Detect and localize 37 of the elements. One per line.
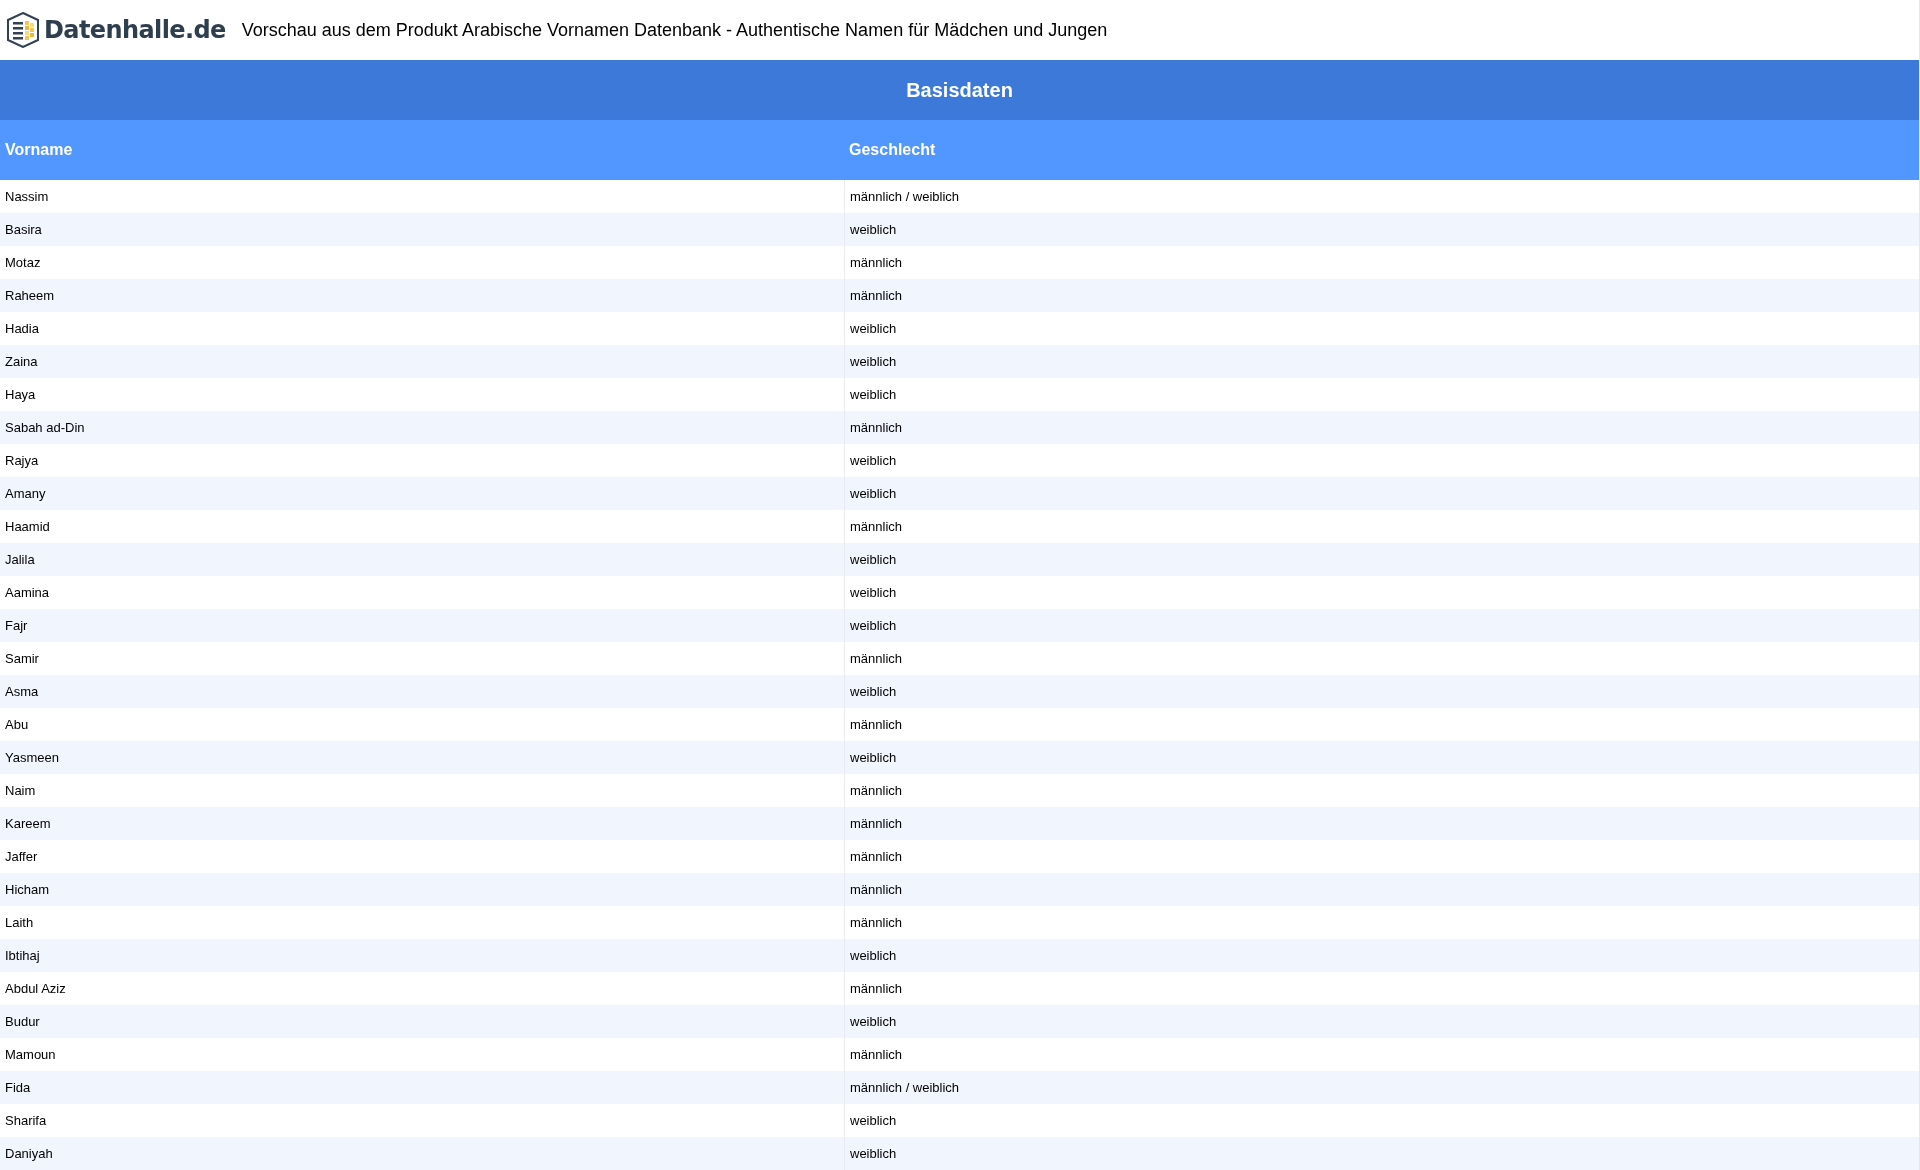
table-cell-text: Rajya xyxy=(4,451,40,470)
logo-icon xyxy=(6,12,40,48)
table-cell-text: Budur xyxy=(4,1012,41,1031)
table-cell-text: Fajr xyxy=(4,616,29,635)
table-cell-text: Fida xyxy=(4,1078,32,1097)
table-cell-text: Abdul Aziz xyxy=(4,979,67,998)
table-cell-text: Mamoun xyxy=(4,1045,57,1064)
table-cell-text: Hicham xyxy=(4,880,51,899)
table-cell-text: Zaina xyxy=(4,352,39,371)
table-cell-text: Raheem xyxy=(4,286,56,305)
table-cell-text: Nassim xyxy=(4,187,50,206)
table-cell-text: Naim xyxy=(4,781,37,800)
table-cell-text: Ibtihaj xyxy=(4,946,41,965)
table-cell-text: Asma xyxy=(4,682,40,701)
table-cell-text: Jaffer xyxy=(4,847,39,866)
table-cell-text: Basira xyxy=(4,220,43,239)
table-cell-text: Sharifa xyxy=(4,1111,48,1130)
table-cell-text: Motaz xyxy=(4,253,42,272)
table-cell-text: Haamid xyxy=(4,517,51,536)
logo-text: Datenhalle.de xyxy=(44,15,226,46)
table-cell-text: Amany xyxy=(4,484,47,503)
table-cell-text: Yasmeen xyxy=(4,748,60,767)
column-header: Vorname xyxy=(4,140,74,160)
table-cell-text: Kareem xyxy=(4,814,52,833)
table-cell-text: Hadia xyxy=(4,319,40,338)
table-cell-text: Samir xyxy=(4,649,40,668)
table-cell-text: Haya xyxy=(4,385,37,404)
column-header: Geschlecht xyxy=(848,140,937,160)
table-cell: weiblich xyxy=(844,1137,1919,1170)
table-caption: Basisdaten xyxy=(0,60,1919,120)
page-title: Vorschau aus dem Produkt Arabische Vornamen Datenbank - Authentische Namen für Mädchen und Jungen xyxy=(241,18,1108,42)
table-cell-text: Aamina xyxy=(4,583,51,602)
table-cell-text: Sabah ad-Din xyxy=(4,418,86,437)
table-cell-text: Jalila xyxy=(4,550,36,569)
table-cell-text: Laith xyxy=(4,913,35,932)
table-cell-text: Abu xyxy=(4,715,30,734)
table-cell-text: Daniyah xyxy=(4,1144,54,1163)
